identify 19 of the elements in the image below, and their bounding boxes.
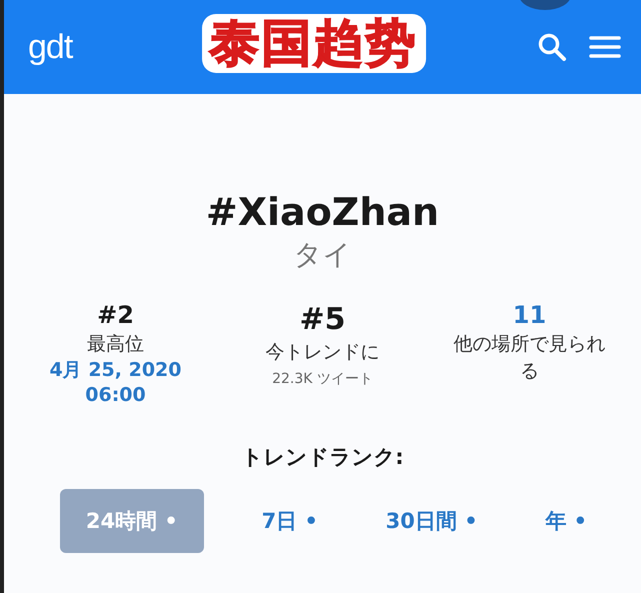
period-tab[interactable]: 24時間 • — [60, 489, 204, 554]
overlay-caption: 泰国趋势 — [202, 14, 426, 73]
period-tab[interactable]: 30日間 • — [376, 489, 488, 554]
stat-value[interactable]: 11 — [512, 300, 546, 332]
stat-label: 今トレンドに — [264, 340, 380, 365]
stat-date: 4月 25, 2020 06:00 — [48, 358, 182, 408]
stat-label: 他の場所で見られる — [452, 332, 606, 384]
logo: gdt — [28, 28, 72, 66]
stat-label: 最高位 — [86, 332, 145, 358]
trend-location: タイ — [292, 237, 352, 273]
search-icon[interactable] — [537, 32, 567, 62]
tweet-count: 22.3K ツイート — [272, 370, 373, 388]
stat-value: #2 — [97, 300, 134, 331]
rank-heading: トレンドランク: — [240, 444, 405, 472]
period-tab[interactable]: 年 • — [535, 489, 598, 554]
period-tab[interactable]: 7日 • — [252, 489, 328, 554]
menu-icon[interactable] — [589, 35, 621, 59]
trend-title: #XiaoZhan — [204, 190, 440, 234]
stat-value: #5 — [299, 301, 346, 339]
